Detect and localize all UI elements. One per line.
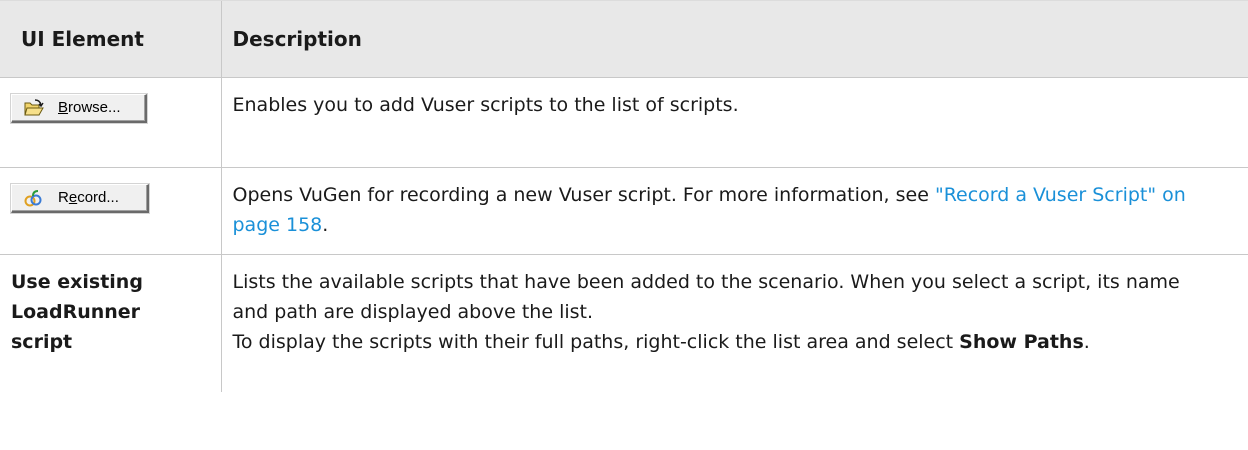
table-row: Record... Opens VuGen for recording a ne… <box>0 167 1248 255</box>
ui-element-table: UI Element Description Browse... Enables… <box>0 0 1248 392</box>
record-button-label: Record... <box>58 189 119 206</box>
table-header-row: UI Element Description <box>0 0 1248 78</box>
browse-button[interactable]: Browse... <box>11 94 147 123</box>
record-script-icon <box>24 190 42 207</box>
record-button[interactable]: Record... <box>11 184 149 213</box>
description-text: Enables you to add Vuser scripts to the … <box>232 94 739 116</box>
table-row: Browse... Enables you to add Vuser scrip… <box>0 77 1248 168</box>
open-folder-icon <box>24 99 44 116</box>
ui-element-cell: Record... <box>0 167 222 255</box>
description-paragraph-2: To display the scripts with their full p… <box>232 331 1090 353</box>
description-cell: Opens VuGen for recording a new Vuser sc… <box>221 167 1248 255</box>
description-cell: Lists the available scripts that have be… <box>221 255 1248 393</box>
show-paths-label: Show Paths <box>959 331 1084 353</box>
use-existing-script-label: Use existing LoadRunner script <box>11 271 143 353</box>
header-ui-element: UI Element <box>0 0 221 78</box>
header-description: Description <box>220 0 1248 78</box>
description-cell: Enables you to add Vuser scripts to the … <box>221 77 1248 168</box>
ui-element-cell: Browse... <box>0 77 222 168</box>
description-text: Opens VuGen for recording a new Vuser sc… <box>232 184 935 206</box>
table-row: Use existing LoadRunner script Lists the… <box>0 254 1248 393</box>
ui-element-cell: Use existing LoadRunner script <box>0 254 222 392</box>
browse-button-label: Browse... <box>58 99 121 116</box>
description-text-end: . <box>322 214 329 236</box>
description-paragraph-1: Lists the available scripts that have be… <box>232 271 1180 323</box>
